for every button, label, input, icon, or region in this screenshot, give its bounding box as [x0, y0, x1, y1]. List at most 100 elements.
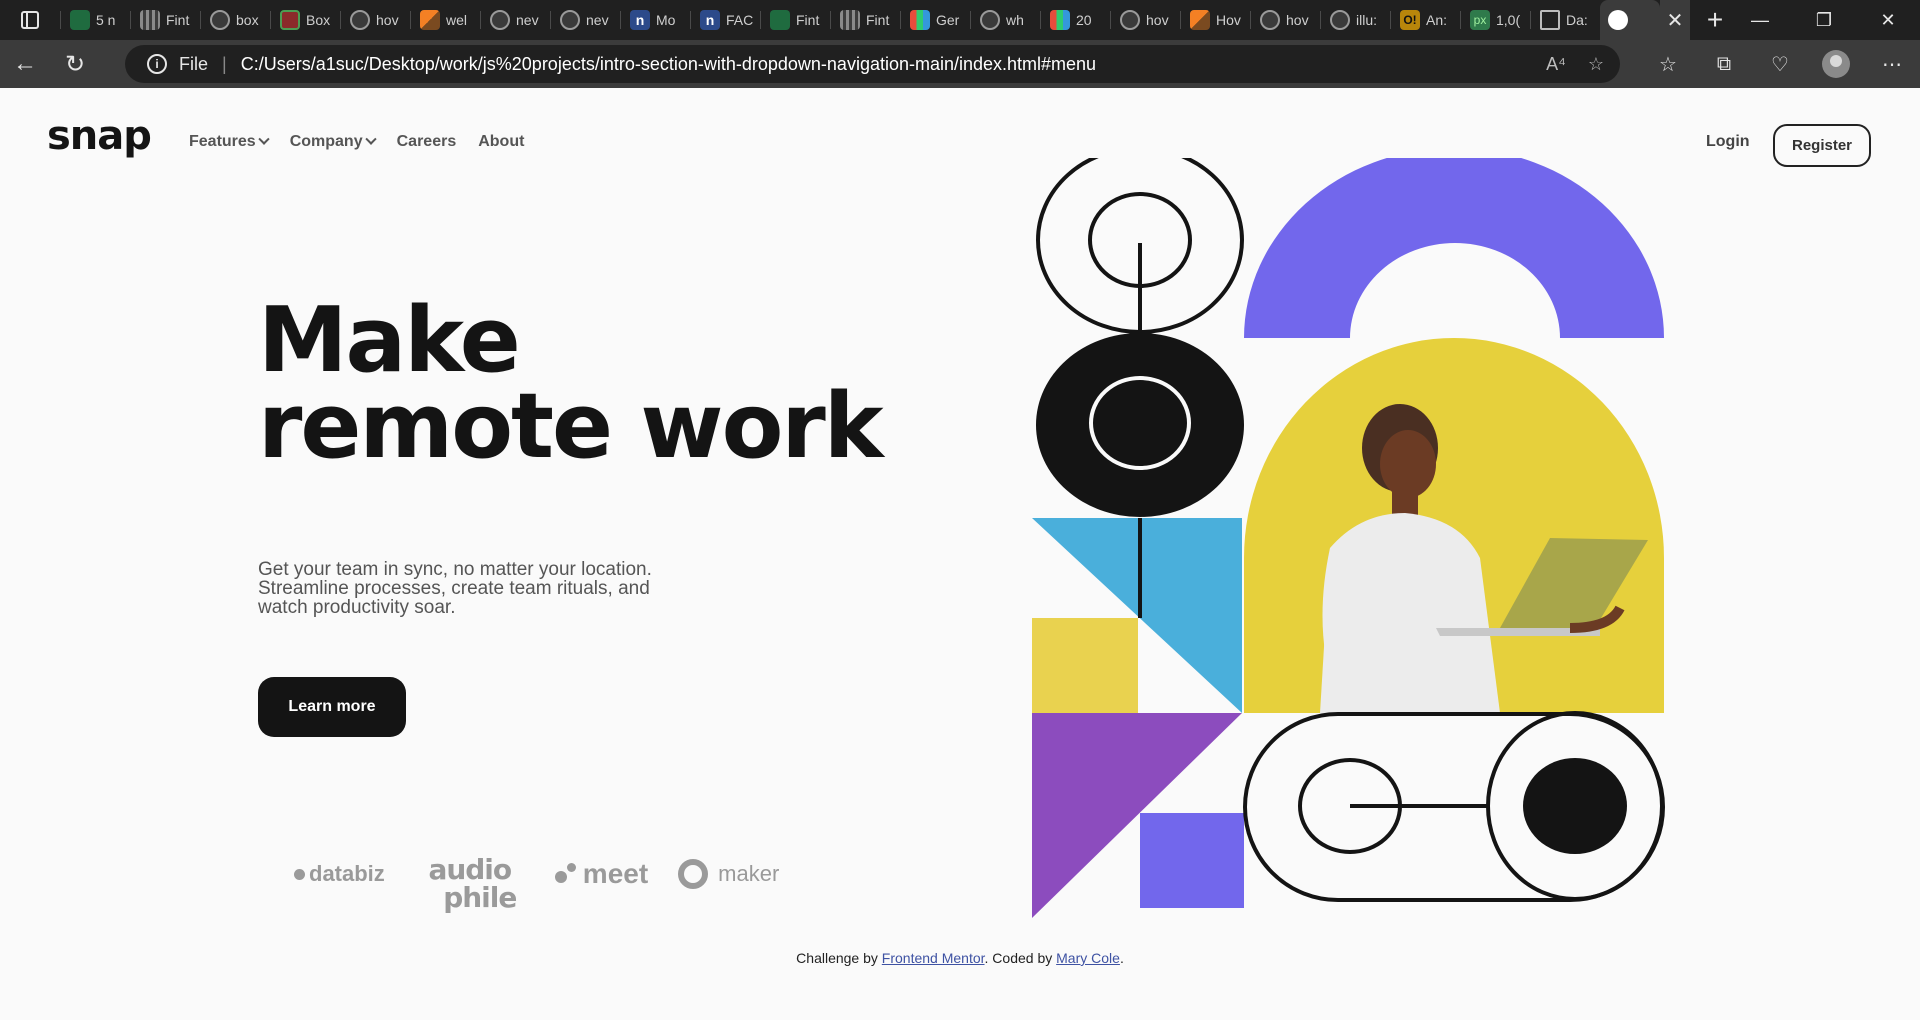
databiz-label: databiz — [309, 861, 385, 886]
nav-item-label: Features — [189, 133, 256, 150]
window-controls: — ❐ ✕ — [1728, 0, 1920, 40]
grid-favicon-icon — [840, 10, 860, 30]
stack-favicon-icon — [420, 10, 440, 30]
tab-title: wh — [1006, 12, 1024, 28]
credit-prefix: Challenge by — [796, 950, 882, 966]
browser-health-icon[interactable]: ♡ — [1752, 40, 1808, 88]
nav-item-company[interactable]: Company — [290, 133, 377, 151]
tab-title: Ger — [936, 12, 960, 28]
tab-title: wel — [446, 12, 468, 28]
person-photo — [1244, 338, 1664, 713]
browser-tab[interactable]: box — [200, 0, 270, 40]
browser-tab[interactable]: hov — [1250, 0, 1320, 40]
tab-title: Mo — [656, 12, 676, 28]
tab-title: 20 — [1076, 12, 1092, 28]
login-link[interactable]: Login — [1706, 133, 1750, 151]
tab-title: Fint — [866, 12, 890, 28]
browser-tab[interactable]: illu: — [1320, 0, 1390, 40]
tab-title: box — [236, 12, 259, 28]
footer-credit: Challenge by Frontend Mentor. Coded by M… — [0, 950, 1920, 966]
purple-arch-shape — [1244, 158, 1664, 338]
red-favicon-icon — [280, 10, 300, 30]
close-window-button[interactable]: ✕ — [1856, 0, 1920, 40]
maker-circle-icon — [678, 859, 709, 889]
close-tab-button[interactable]: ✕ — [1660, 0, 1690, 40]
hero-text-line: Streamline processes, create team ritual… — [258, 578, 650, 599]
add-favorite-icon[interactable]: ☆ — [1588, 54, 1604, 75]
browser-tab[interactable]: nev — [550, 0, 620, 40]
browser-toolbar: ☆ ⧉ ♡ ⋯ — [1640, 40, 1920, 88]
browser-tab[interactable]: n Mo — [620, 0, 690, 40]
tab-title: Fint — [166, 12, 190, 28]
address-bar[interactable]: i File | C:/Users/a1suc/Desktop/work/js%… — [125, 45, 1620, 83]
reload-button[interactable]: ↻ — [50, 40, 100, 88]
collections-icon[interactable]: ⧉ — [1696, 40, 1752, 88]
author-link[interactable]: Mary Cole — [1056, 950, 1120, 966]
tab-title: hov — [1286, 12, 1309, 28]
yellow-favicon-icon: O! — [1400, 10, 1420, 30]
active-tab[interactable] — [1600, 0, 1660, 40]
browser-tab[interactable]: Box — [270, 0, 340, 40]
browser-tab[interactable]: O! An: — [1390, 0, 1460, 40]
databiz-logo: databiz — [294, 861, 385, 887]
minimize-button[interactable]: — — [1728, 0, 1792, 40]
tab-title: nev — [586, 12, 609, 28]
settings-menu-button[interactable]: ⋯ — [1864, 40, 1920, 88]
tab-title: 5 n — [96, 12, 116, 28]
nav-item-features[interactable]: Features — [189, 133, 270, 151]
tab-title: Box — [306, 12, 331, 28]
databiz-dot-icon — [294, 868, 305, 880]
learn-more-button[interactable]: Learn more — [258, 677, 406, 737]
tab-actions-button[interactable] — [0, 0, 60, 40]
nav-item-careers[interactable]: Careers — [397, 133, 457, 151]
browser-tab[interactable]: Fint — [830, 0, 900, 40]
browser-tab[interactable]: nev — [480, 0, 550, 40]
read-aloud-icon[interactable]: A⁴ — [1546, 54, 1566, 75]
tab-title: An: — [1426, 12, 1448, 28]
tab-title: 1,0( — [1496, 12, 1521, 28]
nav-item-about[interactable]: About — [478, 133, 524, 151]
browser-tab[interactable]: px 1,0( — [1460, 0, 1530, 40]
favorites-icon[interactable]: ☆ — [1640, 40, 1696, 88]
browser-tab[interactable]: hov — [1110, 0, 1180, 40]
browser-tab[interactable]: hov — [340, 0, 410, 40]
hero-title-line: Make — [258, 288, 521, 393]
back-button[interactable]: ← — [0, 40, 50, 88]
browser-tab[interactable]: Hov — [1180, 0, 1250, 40]
browser-tab[interactable]: Fint — [760, 0, 830, 40]
tab-title: illu: — [1356, 12, 1378, 28]
scheme-label: File — [179, 53, 209, 74]
find-favicon-icon — [1120, 10, 1140, 30]
tab-title: Hov — [1216, 12, 1241, 28]
hero-description: Get your team in sync, no matter your lo… — [258, 560, 728, 617]
n-favicon-icon: n — [630, 10, 650, 30]
register-button[interactable]: Register — [1773, 124, 1871, 167]
main-nav: Features Company Careers About — [189, 133, 524, 151]
address-separator: | — [222, 53, 227, 74]
tab-title: Fint — [796, 12, 820, 28]
browser-tab[interactable]: wel — [410, 0, 480, 40]
profile-button[interactable] — [1808, 40, 1864, 88]
credit-middle: . Coded by — [984, 950, 1057, 966]
browser-tab[interactable]: Ger — [900, 0, 970, 40]
client-logos: databiz audio phile meet maker — [294, 838, 779, 914]
url-text[interactable]: C:/Users/a1suc/Desktop/work/js%20project… — [241, 54, 1096, 75]
maximize-button[interactable]: ❐ — [1792, 0, 1856, 40]
stack-favicon-icon — [1190, 10, 1210, 30]
browser-tab[interactable]: Fint — [130, 0, 200, 40]
info-icon[interactable]: i — [147, 54, 167, 74]
browser-tab[interactable]: n FAC — [690, 0, 760, 40]
ring-target-icon — [1036, 158, 1244, 336]
snap-logo[interactable]: snap — [47, 113, 152, 159]
audiophile-label-bottom: phile — [443, 881, 517, 914]
maker-logo: maker — [678, 859, 779, 889]
browser-tab[interactable]: wh — [970, 0, 1040, 40]
tab-actions-icon — [21, 11, 39, 29]
browser-tab[interactable]: 20 — [1040, 0, 1110, 40]
address-bar-row: ← ↻ i File | C:/Users/a1suc/Desktop/work… — [0, 40, 1920, 88]
audiophile-logo: audio phile — [415, 856, 525, 914]
browser-tab[interactable]: 5 n — [60, 0, 130, 40]
browser-tab[interactable]: Da: — [1530, 0, 1600, 40]
frontend-mentor-link[interactable]: Frontend Mentor — [882, 950, 985, 966]
meet-logo: meet — [554, 858, 648, 890]
